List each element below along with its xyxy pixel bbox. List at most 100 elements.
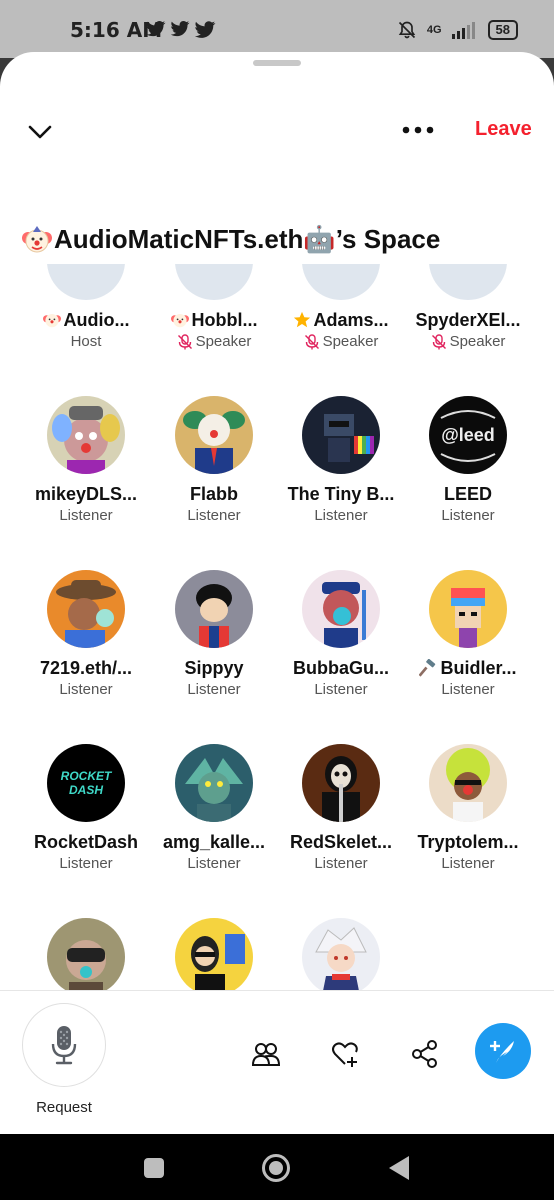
participant-name: RedSkelet... <box>277 832 405 853</box>
participant-role: Listener <box>277 855 405 872</box>
participant-role: Listener <box>277 681 405 698</box>
avatar[interactable] <box>302 570 380 648</box>
participant-card[interactable]: Adams... Speaker <box>277 264 405 350</box>
avatar[interactable] <box>175 744 253 822</box>
participant-card[interactable] <box>22 918 150 990</box>
participant-role: Listener <box>404 681 532 698</box>
participant-role-text: Speaker <box>322 333 379 350</box>
signal-icon <box>451 22 475 39</box>
request-mic-button[interactable] <box>22 1003 106 1087</box>
participant-name: Tryptolem... <box>404 832 532 853</box>
participant-card[interactable]: Audio... Host <box>22 264 150 350</box>
avatar[interactable] <box>175 264 253 300</box>
participant-role-text: Host <box>70 333 102 350</box>
avatar[interactable] <box>302 744 380 822</box>
avatar[interactable] <box>429 570 507 648</box>
bell-off-icon <box>398 21 416 39</box>
participant-name: RocketDash <box>22 832 150 853</box>
compose-tweet-button[interactable] <box>475 1023 531 1079</box>
mic-muted-icon <box>431 333 446 349</box>
bottom-toolbar: Request <box>0 990 554 1134</box>
clown-emoji-icon <box>170 314 189 328</box>
avatar[interactable] <box>302 264 380 300</box>
participant-role: Listener <box>150 507 278 524</box>
participant-name: SpyderXEl... <box>404 310 532 331</box>
drag-handle[interactable] <box>253 60 301 66</box>
participants-grid: Audio... Host Hobbl... Speaker Adams... Speak… <box>0 264 554 990</box>
avatar[interactable] <box>175 570 253 648</box>
participant-role-text: Speaker <box>449 333 506 350</box>
avatar[interactable] <box>302 918 380 990</box>
share-icon[interactable] <box>410 1039 440 1069</box>
avatar[interactable] <box>47 570 125 648</box>
participant-name-text: The Tiny B... <box>287 484 395 504</box>
participant-card[interactable]: Tryptolem... Listener <box>404 744 532 872</box>
participant-name-text: Sippyy <box>184 658 244 678</box>
participant-card[interactable]: @leed LEED Listener <box>404 396 532 524</box>
avatar[interactable] <box>429 264 507 300</box>
request-label: Request <box>36 1099 92 1116</box>
avatar[interactable] <box>175 396 253 474</box>
participant-name-text: LEED <box>443 484 492 504</box>
participant-card[interactable]: Hobbl... Speaker <box>150 264 278 350</box>
participant-role-text: Listener <box>59 507 113 524</box>
participant-card[interactable]: SpyderXEl... Speaker <box>404 264 532 350</box>
participant-card[interactable] <box>277 918 405 990</box>
avatar[interactable] <box>429 744 507 822</box>
participant-name: mikeyDLS... <box>22 484 150 505</box>
twitter-bird-icon <box>146 21 166 37</box>
participant-card[interactable]: Flabb Listener <box>150 396 278 524</box>
participant-name: LEED <box>404 484 532 505</box>
heart-plus-icon[interactable] <box>330 1039 360 1069</box>
participant-card[interactable]: ROCKET DASH RocketDash Listener <box>22 744 150 872</box>
back-triangle-icon[interactable] <box>388 1155 410 1181</box>
status-bar: 5:16 AM 4G 58 <box>0 0 554 58</box>
participant-role: Listener <box>150 681 278 698</box>
participant-role-text: Listener <box>441 681 495 698</box>
system-navigation-bar <box>0 1134 554 1200</box>
participant-role-text: Listener <box>314 507 368 524</box>
participant-role: Listener <box>22 507 150 524</box>
space-title: AudioMaticNFTs.eth🤖’s Space <box>22 224 440 255</box>
battery-indicator: 58 <box>487 20 518 40</box>
avatar[interactable] <box>47 918 125 990</box>
participant-role-text: Listener <box>441 507 495 524</box>
participant-card[interactable] <box>150 918 278 990</box>
participant-role-text: Listener <box>314 681 368 698</box>
avatar[interactable]: ROCKET DASH <box>47 744 125 822</box>
participant-card[interactable]: The Tiny B... Listener <box>277 396 405 524</box>
participant-name-text: mikeyDLS... <box>34 484 138 504</box>
participant-card[interactable]: BubbaGu... Listener <box>277 570 405 698</box>
more-options-icon[interactable] <box>400 118 436 142</box>
home-circle-icon[interactable] <box>261 1153 291 1183</box>
avatar[interactable] <box>302 396 380 474</box>
participant-card[interactable]: mikeyDLS... Listener <box>22 396 150 524</box>
participant-name: amg_kalle... <box>150 832 278 853</box>
participant-role: Speaker <box>150 333 278 350</box>
participant-card[interactable]: 7219.eth/... Listener <box>22 570 150 698</box>
recents-square-icon[interactable] <box>143 1157 165 1179</box>
avatar[interactable] <box>47 396 125 474</box>
participant-card[interactable]: RedSkelet... Listener <box>277 744 405 872</box>
leave-button[interactable]: Leave <box>475 118 532 141</box>
participant-name: Audio... <box>22 310 150 331</box>
participant-role: Speaker <box>404 333 532 350</box>
participant-name: Buidler... <box>404 658 532 679</box>
space-title-text: AudioMaticNFTs.eth🤖’s Space <box>54 224 441 254</box>
chevron-down-icon[interactable] <box>26 118 54 146</box>
participant-name: Sippyy <box>150 658 278 679</box>
network-type: 4G <box>426 24 442 36</box>
participant-card[interactable]: amg_kalle... Listener <box>150 744 278 872</box>
participant-card[interactable]: Sippyy Listener <box>150 570 278 698</box>
participant-name: BubbaGu... <box>277 658 405 679</box>
avatar[interactable]: @leed <box>429 396 507 474</box>
avatar[interactable] <box>47 264 125 300</box>
participant-role-text: Listener <box>187 507 241 524</box>
participant-name: 7219.eth/... <box>22 658 150 679</box>
participant-card[interactable]: Buidler... Listener <box>404 570 532 698</box>
participant-role: Listener <box>22 681 150 698</box>
people-icon[interactable] <box>251 1039 281 1069</box>
avatar[interactable] <box>175 918 253 990</box>
twitter-bird-icon <box>194 21 216 38</box>
clown-emoji-icon <box>42 314 61 328</box>
